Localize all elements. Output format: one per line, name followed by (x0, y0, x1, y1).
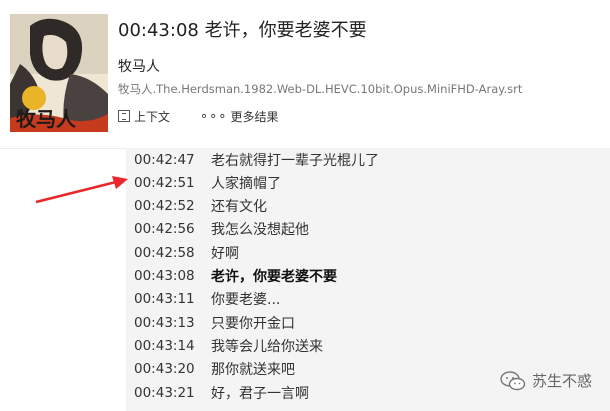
result-card: 牧马人 00:43:08 老许，你要老婆不要 牧马人 牧马人.The.Herds… (0, 0, 610, 149)
subtitle-time: 00:43:13 (134, 314, 195, 331)
subtitle-time: 00:42:51 (134, 174, 195, 191)
subtitle-row[interactable]: 00:42:56 我怎么没想起他 (126, 218, 610, 241)
subtitle-text: 只要你开金口 (211, 315, 295, 332)
subtitle-text: 我等会儿给你送来 (211, 338, 323, 355)
more-results-label: 更多结果 (230, 109, 279, 124)
context-label: 上下文 (134, 109, 171, 124)
more-dots-icon: ∘∘∘ (200, 108, 228, 124)
subtitle-text: 你要老婆... (211, 292, 281, 309)
subtitle-time: 00:42:52 (134, 198, 195, 215)
context-icon (118, 110, 130, 122)
result-actions: 上下文 ∘∘∘ 更多结果 (118, 108, 278, 124)
movie-name: 牧马人 (118, 59, 160, 75)
subtitle-row[interactable]: 00:43:13 只要你开金口 (126, 311, 610, 334)
subtitle-row[interactable]: 00:42:58 好啊 (126, 241, 610, 264)
subtitle-filename: 牧马人.The.Herdsman.1982.Web-DL.HEVC.10bit.… (118, 82, 523, 96)
red-arrow-icon (35, 176, 128, 204)
subtitle-text: 好啊 (211, 245, 239, 262)
subtitle-row[interactable]: 00:43:11 你要老婆... (126, 288, 610, 311)
subtitle-text: 好，君子一言啊 (211, 385, 309, 402)
subtitle-row[interactable]: 00:43:08 老许，你要老婆不要 (126, 265, 610, 288)
subtitle-time: 00:43:20 (134, 361, 195, 378)
subtitle-text: 那你就送来吧 (211, 362, 295, 379)
subtitle-time: 00:43:14 (134, 337, 195, 354)
subtitle-text: 我怎么没想起他 (211, 222, 309, 239)
subtitle-text: 还有文化 (211, 199, 267, 216)
watermark: 苏生不惑 (500, 370, 592, 391)
result-title: 00:43:08 老许，你要老婆不要 (118, 20, 367, 41)
subtitle-time: 00:43:11 (134, 291, 195, 308)
subtitle-row[interactable]: 00:42:52 还有文化 (126, 195, 610, 218)
watermark-text: 苏生不惑 (531, 372, 592, 390)
subtitle-time: 00:43:21 (134, 384, 195, 401)
subtitle-time: 00:42:47 (134, 151, 195, 168)
subtitle-time: 00:42:56 (134, 221, 195, 238)
subtitle-time: 00:43:08 (134, 268, 195, 284)
context-button[interactable]: 上下文 (118, 108, 170, 125)
subtitle-row[interactable]: 00:42:47 老右就得打一辈子光棍儿了 (126, 148, 610, 171)
subtitle-row[interactable]: 00:43:14 我等会儿给你送来 (126, 334, 610, 357)
subtitle-text: 老右就得打一辈子光棍儿了 (211, 152, 379, 169)
wechat-icon (500, 370, 526, 390)
subtitle-text: 人家摘帽了 (211, 175, 281, 192)
subtitle-text: 老许，你要老婆不要 (211, 269, 337, 285)
movie-poster: 牧马人 (10, 14, 108, 132)
subtitle-row[interactable]: 00:42:51 人家摘帽了 (126, 171, 610, 194)
poster-title: 牧马人 (16, 107, 77, 131)
more-results-button[interactable]: ∘∘∘ 更多结果 (200, 108, 278, 125)
subtitle-time: 00:42:58 (134, 244, 195, 261)
